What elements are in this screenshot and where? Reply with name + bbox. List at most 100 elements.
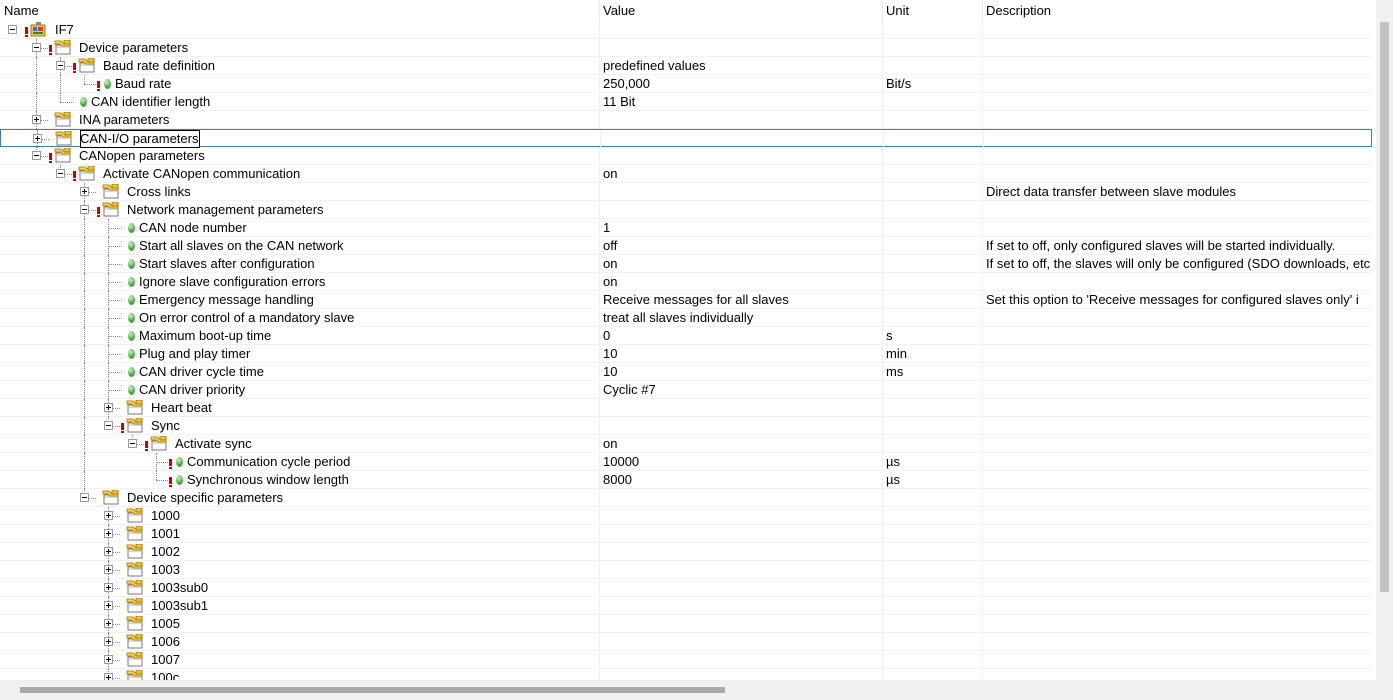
vertical-scrollbar[interactable] xyxy=(1376,0,1393,680)
collapse-icon[interactable] xyxy=(32,43,41,52)
tree-row[interactable]: 100c xyxy=(0,669,1372,680)
value-cell[interactable] xyxy=(603,579,879,597)
value-cell[interactable] xyxy=(604,130,880,148)
value-cell[interactable]: 10000 xyxy=(603,453,879,471)
value-cell[interactable] xyxy=(603,651,879,669)
tree-row[interactable]: 1000 xyxy=(0,507,1372,525)
tree-row[interactable]: Device parameters xyxy=(0,39,1372,57)
tree-row[interactable]: 1006 xyxy=(0,633,1372,651)
tree-row[interactable]: IF7 xyxy=(0,21,1372,39)
tree-row[interactable]: CAN identifier length 11 Bit xyxy=(0,93,1372,111)
expand-icon[interactable] xyxy=(33,134,42,143)
collapse-icon[interactable] xyxy=(128,439,137,448)
value-cell[interactable] xyxy=(603,183,879,201)
tree-row[interactable]: CAN driver cycle time 10 ms xyxy=(0,363,1372,381)
horizontal-scrollbar[interactable] xyxy=(0,680,1376,700)
tree-row[interactable]: Baud rate definition predefined values xyxy=(0,57,1372,75)
tree-row[interactable]: 1007 xyxy=(0,651,1372,669)
tree-row[interactable]: 1005 xyxy=(0,615,1372,633)
expand-icon[interactable] xyxy=(104,547,113,556)
value-cell[interactable]: 250,000 xyxy=(603,75,879,93)
tree-row[interactable]: Plug and play timer 10 min xyxy=(0,345,1372,363)
tree-row[interactable]: 1001 xyxy=(0,525,1372,543)
value-cell[interactable]: 11 Bit xyxy=(603,93,879,111)
value-cell[interactable]: 0 xyxy=(603,327,879,345)
collapse-icon[interactable] xyxy=(8,25,17,34)
expand-icon[interactable] xyxy=(104,673,113,680)
tree-row[interactable]: Device specific parameters xyxy=(0,489,1372,507)
tree-row[interactable]: Cross links Direct data transfer between … xyxy=(0,183,1372,201)
tree-row[interactable]: Baud rate 250,000 Bit/s xyxy=(0,75,1372,93)
tree-row[interactable]: Activate sync on xyxy=(0,435,1372,453)
tree-row[interactable]: Communication cycle period 10000 µs xyxy=(0,453,1372,471)
value-cell[interactable]: 1 xyxy=(603,219,879,237)
value-cell[interactable] xyxy=(603,525,879,543)
tree-row[interactable]: Start slaves after configuration on If set… xyxy=(0,255,1372,273)
value-cell[interactable] xyxy=(603,669,879,680)
tree-row[interactable]: On error control of a mandatory slave tre… xyxy=(0,309,1372,327)
tree-row[interactable]: CAN node number 1 xyxy=(0,219,1372,237)
expand-icon[interactable] xyxy=(104,619,113,628)
value-cell[interactable] xyxy=(603,633,879,651)
value-cell[interactable] xyxy=(603,597,879,615)
column-header-unit[interactable]: Unit xyxy=(882,0,982,21)
column-header-description[interactable]: Description xyxy=(982,0,1366,21)
expand-icon[interactable] xyxy=(104,655,113,664)
expand-icon[interactable] xyxy=(104,511,113,520)
tree-row[interactable]: 1002 xyxy=(0,543,1372,561)
value-cell[interactable]: Receive messages for all slaves xyxy=(603,291,879,309)
value-cell[interactable]: 10 xyxy=(603,363,879,381)
value-cell[interactable]: 10 xyxy=(603,345,879,363)
value-cell[interactable]: on xyxy=(603,255,879,273)
tree-row[interactable]: Start all slaves on the CAN network off If… xyxy=(0,237,1372,255)
expand-icon[interactable] xyxy=(104,637,113,646)
tree-row[interactable]: CAN-I/O parameters xyxy=(0,129,1372,148)
tree-row[interactable]: Heart beat xyxy=(0,399,1372,417)
expand-icon[interactable] xyxy=(104,403,113,412)
collapse-icon[interactable] xyxy=(80,493,89,502)
value-cell[interactable] xyxy=(603,147,879,165)
value-cell[interactable] xyxy=(603,561,879,579)
column-header-value[interactable]: Value xyxy=(599,0,881,21)
tree-row[interactable]: Synchronous window length 8000 µs xyxy=(0,471,1372,489)
collapse-icon[interactable] xyxy=(104,421,113,430)
expand-icon[interactable] xyxy=(104,601,113,610)
value-cell[interactable]: off xyxy=(603,237,879,255)
tree-row[interactable]: Network management parameters xyxy=(0,201,1372,219)
value-cell[interactable] xyxy=(603,543,879,561)
value-cell[interactable]: Cyclic #7 xyxy=(603,381,879,399)
value-cell[interactable] xyxy=(603,21,879,39)
tree-row[interactable]: 1003sub0 xyxy=(0,579,1372,597)
expand-icon[interactable] xyxy=(104,529,113,538)
value-cell[interactable] xyxy=(603,111,879,129)
tree-row[interactable]: Ignore slave configuration errors on xyxy=(0,273,1372,291)
value-cell[interactable] xyxy=(603,201,879,219)
tree-row[interactable]: CANopen parameters xyxy=(0,147,1372,165)
tree-row[interactable]: 1003sub1 xyxy=(0,597,1372,615)
horizontal-scrollbar-thumb[interactable] xyxy=(20,687,725,693)
tree-row[interactable]: Sync xyxy=(0,417,1372,435)
tree-row[interactable]: Activate CANopen communication on xyxy=(0,165,1372,183)
tree-row[interactable]: Maximum boot-up time 0 s xyxy=(0,327,1372,345)
collapse-icon[interactable] xyxy=(80,205,89,214)
value-cell[interactable]: 8000 xyxy=(603,471,879,489)
expand-icon[interactable] xyxy=(80,187,89,196)
tree-row[interactable]: 1003 xyxy=(0,561,1372,579)
value-cell[interactable] xyxy=(603,489,879,507)
collapse-icon[interactable] xyxy=(32,151,41,160)
column-header-name[interactable]: Name xyxy=(0,0,599,21)
tree-row[interactable]: CAN driver priority Cyclic #7 xyxy=(0,381,1372,399)
vertical-scrollbar-thumb[interactable] xyxy=(1380,22,1389,592)
tree-row[interactable]: INA parameters xyxy=(0,111,1372,129)
value-cell[interactable]: on xyxy=(603,165,879,183)
expand-icon[interactable] xyxy=(32,115,41,124)
value-cell[interactable] xyxy=(603,39,879,57)
collapse-icon[interactable] xyxy=(56,169,65,178)
value-cell[interactable]: on xyxy=(603,435,879,453)
value-cell[interactable] xyxy=(603,417,879,435)
expand-icon[interactable] xyxy=(104,583,113,592)
value-cell[interactable]: predefined values xyxy=(603,57,879,75)
tree-row[interactable]: Emergency message handling Receive messag… xyxy=(0,291,1372,309)
expand-icon[interactable] xyxy=(104,565,113,574)
value-cell[interactable] xyxy=(603,507,879,525)
